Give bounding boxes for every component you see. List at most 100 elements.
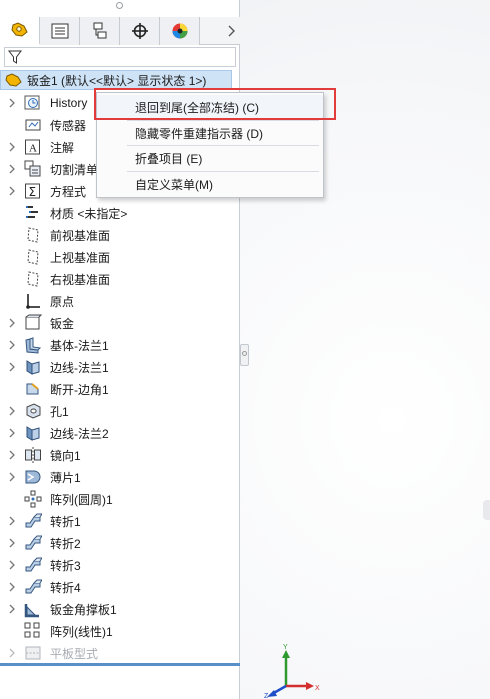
tree-item-gusset[interactable]: 钣金角撑板1 [0, 598, 240, 620]
expand-arrow-icon[interactable] [8, 560, 16, 570]
tree-item-sheet-metal[interactable]: 钣金 [0, 312, 240, 334]
triad-y-axis: Y [282, 644, 290, 686]
menu-item-hide-rebuild-indicator[interactable]: 隐藏零件重建指示器 (D) [97, 121, 323, 145]
edge-flange-icon [24, 424, 42, 442]
expand-arrow-icon[interactable] [8, 98, 16, 108]
gusset-icon [24, 600, 42, 618]
tree-item-label: 阵列(圆周)1 [50, 492, 113, 507]
material-icon [24, 204, 42, 222]
panel-collapse-handle[interactable] [116, 2, 123, 9]
menu-item-customize-menu[interactable]: 自定义菜单(M) [97, 172, 323, 196]
reference-triad: Y X Z [264, 644, 320, 699]
tree-item-label: 注解 [50, 140, 75, 155]
part-icon [5, 73, 22, 87]
chevron-right-icon [228, 25, 235, 37]
tree-item-jog[interactable]: 转折1 [0, 510, 240, 532]
tree-item-label: 钣金角撑板1 [50, 602, 117, 617]
triad-y-label: Y [283, 644, 288, 651]
tab-display-manager[interactable] [160, 17, 200, 45]
origin-icon [24, 292, 42, 310]
graphics-area-edge-tab[interactable] [483, 500, 490, 520]
tree-filter-input[interactable] [4, 47, 236, 67]
tree-item-label: 转折3 [50, 558, 81, 573]
tree-item-label: 转折1 [50, 514, 81, 529]
tree-item-jog[interactable]: 转折2 [0, 532, 240, 554]
expand-arrow-icon[interactable] [8, 582, 16, 592]
mirror-icon [24, 446, 42, 464]
tree-item-label: 钣金 [50, 316, 75, 331]
expand-arrow-icon[interactable] [8, 472, 16, 482]
expand-arrow-icon[interactable] [8, 450, 16, 460]
sheet-metal-icon [24, 314, 43, 332]
history-icon [24, 94, 42, 112]
tree-item-plane[interactable]: 右视基准面 [0, 268, 240, 290]
tree-item-jog[interactable]: 转折4 [0, 576, 240, 598]
tree-item-origin[interactable]: 原点 [0, 290, 240, 312]
tree-item-plane[interactable]: 上视基准面 [0, 246, 240, 268]
tree-item-label: History [50, 96, 88, 110]
jog-icon [24, 556, 43, 574]
expand-arrow-icon[interactable] [8, 538, 16, 548]
panel-splitter-handle[interactable] [240, 344, 249, 366]
tree-item-label: 孔1 [50, 404, 69, 419]
tree-item-jog[interactable]: 转折3 [0, 554, 240, 576]
base-flange-icon [24, 336, 42, 354]
tab-configuration-manager[interactable] [80, 17, 120, 45]
triad-z-axis: Z [264, 684, 287, 699]
tab-property-manager[interactable] [40, 17, 80, 45]
tree-item-label: 阵列(线性)1 [50, 624, 113, 639]
tree-item-edge-flange[interactable]: 边线-法兰1 [0, 356, 240, 378]
panel-bottom-rule [0, 663, 240, 666]
expand-arrow-icon[interactable] [8, 318, 16, 328]
tree-item-mirror[interactable]: 镜向1 [0, 444, 240, 466]
expand-arrow-icon[interactable] [8, 362, 16, 372]
tree-item-material[interactable]: 材质 <未指定> [0, 202, 240, 224]
sensor-icon [24, 116, 42, 134]
tree-item-tab-feature[interactable]: 薄片1 [0, 466, 240, 488]
display-manager-icon [172, 23, 187, 39]
expand-arrow-icon[interactable] [8, 142, 16, 152]
filter-icon [8, 50, 22, 64]
expand-arrow-icon[interactable] [8, 164, 16, 174]
expand-arrow-icon[interactable] [8, 428, 16, 438]
triad-z-label: Z [264, 693, 269, 699]
tree-item-break-corner[interactable]: 断开-边角1 [0, 378, 240, 400]
tab-feature-manager[interactable] [0, 17, 40, 45]
expand-arrow-icon[interactable] [8, 186, 16, 196]
expand-arrow-icon[interactable] [8, 340, 16, 350]
menu-item-label: 隐藏零件重建指示器 (D) [135, 126, 263, 141]
tree-item-linear-pattern[interactable]: 阵列(线性)1 [0, 620, 240, 642]
annotation-icon: A [24, 138, 42, 156]
plane-icon [24, 270, 42, 288]
tree-item-label: 原点 [50, 294, 75, 309]
triad-x-label: X [315, 685, 320, 692]
tree-root-part[interactable]: 钣金1 (默认<<默认> 显示状态 1>) [0, 70, 232, 90]
expand-arrow-icon[interactable] [8, 516, 16, 526]
tree-item-label: 切割清单( [50, 162, 102, 177]
expand-arrow-icon[interactable] [8, 406, 16, 416]
tree-item-base-flange[interactable]: 基体-法兰1 [0, 334, 240, 356]
tree-item-circular-pattern[interactable]: 阵列(圆周)1 [0, 488, 240, 510]
panel-tabs [0, 17, 240, 45]
tree-item-label: 右视基准面 [50, 272, 111, 287]
tree-item-label: 基体-法兰1 [50, 338, 109, 353]
flat-pattern-icon [24, 644, 42, 662]
tabs-more-button[interactable] [222, 17, 240, 45]
tree-item-flat-pattern[interactable]: 平板型式 [0, 642, 240, 664]
tree-root-label: 钣金1 (默认<<默认> 显示状态 1>) [27, 73, 207, 88]
tree-item-hole[interactable]: 孔1 [0, 400, 240, 422]
hole-icon [24, 402, 42, 420]
jog-icon [24, 534, 43, 552]
menu-item-collapse-items[interactable]: 折叠项目 (E) [97, 146, 323, 170]
tab-feature-icon [24, 468, 42, 486]
annotation-highlight-box [94, 88, 336, 120]
tree-item-plane[interactable]: 前视基准面 [0, 224, 240, 246]
equation-icon: Σ [24, 182, 42, 200]
menu-item-label: 折叠项目 (E) [135, 151, 203, 166]
tree-item-label: 边线-法兰1 [50, 360, 109, 375]
expand-arrow-icon[interactable] [8, 604, 16, 614]
tree-item-edge-flange[interactable]: 边线-法兰2 [0, 422, 240, 444]
tab-dimxpert[interactable] [120, 17, 160, 45]
circular-pattern-icon [24, 490, 42, 508]
expand-arrow-icon[interactable] [8, 648, 16, 658]
